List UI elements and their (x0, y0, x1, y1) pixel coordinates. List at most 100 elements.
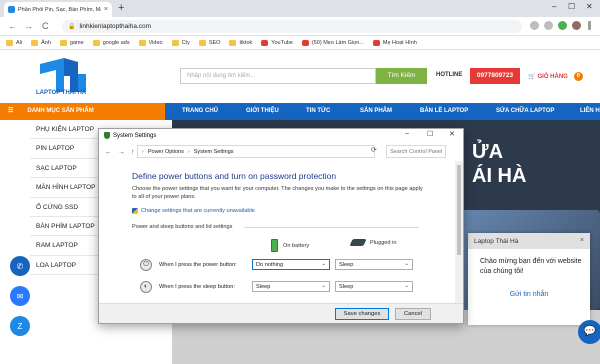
hotline-number[interactable]: 0977809723 (470, 68, 520, 84)
banner-heading: ỬA ÁI HÀ (472, 141, 527, 187)
chat-widget: Laptop Thái Hà × Chào mừng bạn đến với w… (468, 233, 590, 325)
browser-tab[interactable]: Phân Phối Pin, Sạc, Bàn Phím, Mà... × (4, 2, 112, 17)
bookmark-item[interactable]: tiktok (229, 39, 252, 46)
bookmark-item[interactable]: game (59, 39, 84, 46)
forward-button[interactable]: → (24, 20, 33, 32)
url-text[interactable]: linhkienlaptopthaiha.com (79, 23, 151, 30)
main-nav: ☰ DANH MỤC SẢN PHẨM TRANG CHỦ GIỚI THIỆU… (0, 103, 600, 120)
nav-products[interactable]: SẢN PHẨM (360, 103, 392, 120)
dialog-scrollbar[interactable] (455, 161, 463, 303)
cart-button[interactable]: 🛒 GIỎ HÀNG 0 (528, 72, 583, 81)
phone-call-icon[interactable]: ✆ (10, 256, 30, 276)
cart-label: GIỎ HÀNG (537, 73, 568, 80)
reload-button[interactable]: C (42, 20, 49, 32)
bookmark-item[interactable]: Video (138, 39, 163, 46)
minimize-button[interactable]: – (552, 2, 556, 11)
nav-home[interactable]: TRANG CHỦ (182, 103, 218, 120)
dialog-forward-icon[interactable]: → (118, 149, 125, 156)
sleep-button-battery-select[interactable]: Sleep ⌄ (252, 281, 330, 292)
nav-hinges[interactable]: BẢN LỀ LAPTOP (420, 103, 468, 120)
site-favicon-icon (8, 6, 15, 13)
dialog-refresh-icon[interactable]: ⟳ (371, 146, 377, 154)
power-button-icon: ⏻ (140, 259, 152, 271)
battery-icon (271, 239, 278, 252)
menu-icon[interactable] (588, 21, 591, 30)
cancel-button[interactable]: Cancel (395, 308, 431, 320)
maximize-button[interactable]: ☐ (568, 2, 575, 11)
nav-news[interactable]: TIN TỨC (306, 103, 330, 120)
bookmark-item[interactable]: (50) Mẹo Làm Giọn... (301, 39, 364, 46)
bookmark-item[interactable]: Ảnh (31, 39, 51, 46)
dialog-up-icon[interactable]: ↑ (131, 149, 135, 156)
browser-tab-strip: Phân Phối Pin, Sạc, Bàn Phím, Mà... × + … (0, 0, 600, 17)
chevron-down-icon: ⌄ (321, 283, 326, 289)
star-icon[interactable] (544, 21, 553, 30)
nav-repair[interactable]: SỬA CHỮA LAPTOP (496, 103, 554, 120)
chat-header: Laptop Thái Hà (468, 233, 590, 249)
cart-icon: 🛒 (528, 74, 536, 80)
breadcrumb-power-options[interactable]: Power Options (148, 149, 184, 155)
folder-icon (92, 39, 100, 46)
dialog-maximize-button[interactable]: ☐ (427, 130, 433, 138)
sleep-button-label: When I press the sleep button: (159, 284, 235, 290)
dialog-close-button[interactable]: ✕ (449, 130, 455, 138)
scrollbar-thumb[interactable] (457, 165, 461, 255)
cart-count-badge: 0 (573, 72, 583, 81)
close-window-button[interactable]: ✕ (586, 2, 593, 11)
breadcrumb-system-settings[interactable]: System Settings (194, 149, 234, 155)
folder-icon (171, 39, 179, 46)
back-button[interactable]: ← (8, 20, 17, 32)
profile-avatar[interactable] (572, 21, 581, 30)
control-panel-search-input[interactable]: Search Control Panel (386, 145, 446, 158)
save-changes-button[interactable]: Save changes (335, 308, 389, 320)
bookmark-item[interactable]: YouTube (261, 39, 293, 46)
zalo-icon[interactable]: Z (10, 316, 30, 336)
extension-icon[interactable] (558, 21, 567, 30)
folder-icon (198, 39, 206, 46)
sleep-button-plugged-select[interactable]: Sleep ⌄ (335, 281, 413, 292)
browser-toolbar: ← → C 🔒 linhkienlaptopthaiha.com (0, 17, 600, 36)
share-icon[interactable] (530, 21, 539, 30)
system-settings-dialog: System Settings – ☐ ✕ ← → ↑ › Power Opti… (98, 128, 464, 324)
dialog-minimize-button[interactable]: – (405, 130, 409, 137)
bookmarks-bar: Ali Ảnh game google ads Video Cty SEO ti… (0, 36, 600, 50)
bookmark-item[interactable]: Cty (171, 39, 190, 46)
chevron-down-icon: ⌄ (404, 261, 409, 267)
category-menu-label: DANH MỤC SẢN PHẨM (27, 108, 94, 114)
dialog-breadcrumb[interactable]: › Power Options › System Settings (137, 145, 375, 158)
power-button-battery-select[interactable]: Do nothing ⌄ (252, 259, 330, 270)
bookmark-item[interactable]: Mẹ Hoạt Hình (372, 39, 417, 46)
bookmark-item[interactable]: SEO (198, 39, 220, 46)
hamburger-icon: ☰ (8, 108, 14, 114)
dialog-heading: Define power buttons and turn on passwor… (132, 171, 337, 181)
change-unavailable-settings-link[interactable]: Change settings that are currently unava… (132, 208, 255, 214)
breadcrumb-separator-icon: › (187, 148, 190, 155)
tab-close-icon[interactable]: × (104, 6, 108, 13)
messenger-icon[interactable]: ✉ (10, 286, 30, 306)
dialog-description: Choose the power settings that you want … (132, 186, 423, 200)
new-tab-button[interactable]: + (118, 2, 124, 14)
sleep-button-icon: ◐ (140, 281, 152, 293)
bookmark-item[interactable]: Ali (6, 39, 22, 46)
section-label: Power and sleep buttons and lid settings (132, 224, 233, 230)
plug-icon (349, 239, 367, 246)
dialog-title: System Settings (113, 132, 157, 139)
site-search-input[interactable]: Nhập nội dung tìm kiếm... (180, 68, 376, 84)
hotline-label: HOTLINE (436, 72, 463, 78)
control-panel-icon (104, 132, 110, 139)
youtube-icon (261, 39, 269, 46)
address-bar[interactable]: 🔒 linhkienlaptopthaiha.com (62, 20, 522, 33)
send-message-button[interactable]: Gửi tin nhắn (482, 291, 576, 298)
folder-icon (229, 39, 237, 46)
chat-close-icon[interactable]: × (580, 237, 584, 244)
nav-about[interactable]: GIỚI THIỆU (246, 103, 279, 120)
dialog-back-icon[interactable]: ← (105, 149, 112, 156)
nav-contact[interactable]: LIÊN H (580, 103, 600, 120)
tab-title: Phân Phối Pin, Sạc, Bàn Phím, Mà... (18, 6, 101, 13)
lock-icon: 🔒 (68, 24, 76, 30)
search-button[interactable]: Tìm Kiếm (376, 68, 427, 84)
power-button-plugged-select[interactable]: Sleep ⌄ (335, 259, 413, 270)
category-menu-button[interactable]: ☰ DANH MỤC SẢN PHẨM (0, 103, 165, 120)
chat-bubble-icon[interactable]: 💬 (578, 320, 600, 344)
bookmark-item[interactable]: google ads (92, 39, 130, 46)
